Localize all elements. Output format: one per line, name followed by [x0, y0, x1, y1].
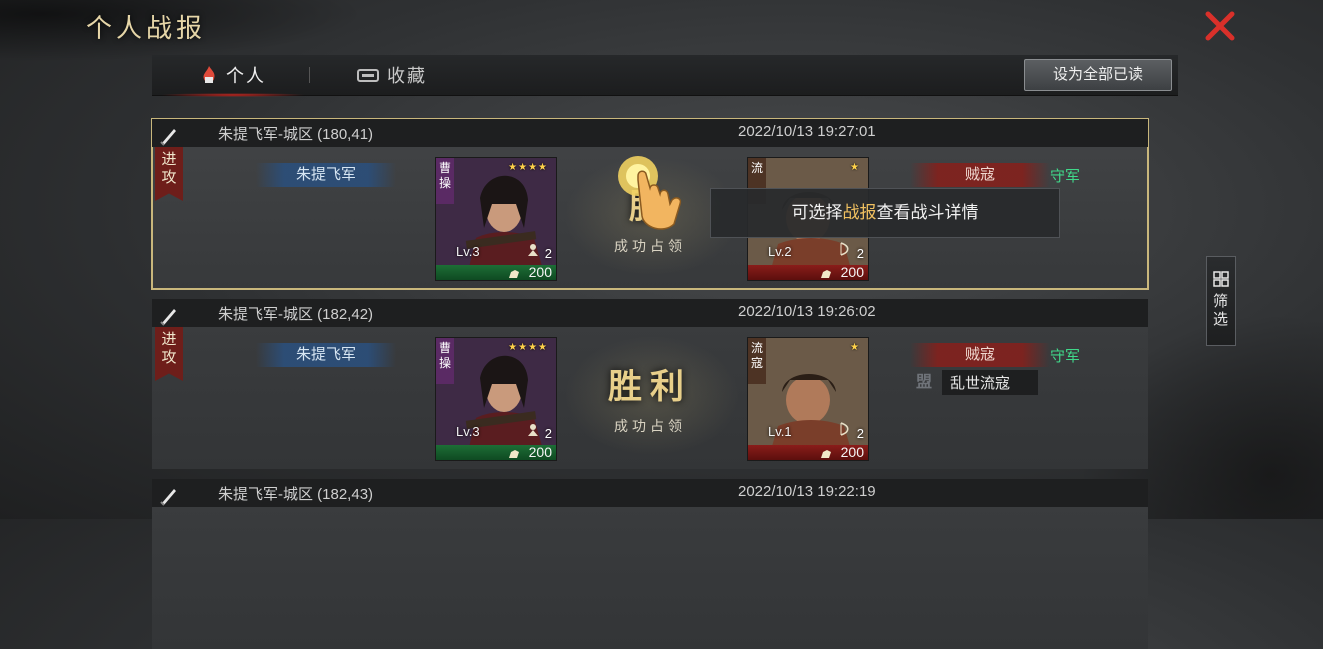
tap-hint-hand-icon	[618, 156, 682, 230]
alliance-icon: 盟	[915, 372, 932, 391]
result-verdict: 胜利	[608, 367, 692, 407]
battle-report-item[interactable]: 朱提飞军-城区 (182,43) 2022/10/13 19:22:19	[152, 479, 1148, 649]
flame-emblem-icon	[203, 66, 215, 83]
attack-type-tag	[154, 481, 184, 567]
general-portrait	[436, 158, 556, 280]
troop-count: 200	[528, 444, 552, 460]
scroll-case-icon	[357, 69, 379, 82]
general-faction: 曹操	[436, 158, 454, 204]
mark-all-read-button[interactable]: 设为全部已读	[1024, 59, 1172, 91]
general-faction: 曹操	[436, 338, 454, 384]
horse-icon	[821, 270, 831, 278]
general-count: 2	[544, 426, 552, 441]
defender-general-card[interactable]: 流寇 ★ Lv.1 2 200	[747, 337, 869, 461]
close-button[interactable]	[1200, 8, 1240, 44]
bow-icon	[840, 242, 849, 256]
close-icon	[1205, 11, 1235, 41]
page-title: 个人战报	[86, 14, 207, 44]
blade-icon	[160, 489, 176, 506]
bow-icon	[840, 422, 849, 436]
attack-type-label: 进攻	[161, 151, 177, 186]
blade-icon	[160, 129, 176, 146]
horse-icon	[509, 450, 519, 458]
general-count: 2	[856, 426, 864, 441]
report-datetime: 2022/10/13 19:27:01	[738, 123, 876, 140]
general-stars: ★	[850, 342, 860, 353]
result-subtitle: 成功占领	[614, 418, 686, 434]
tab-bar: 个人 收藏 设为全部已读	[152, 55, 1178, 97]
blade-icon	[160, 309, 176, 326]
tab-favorites-label: 收藏	[387, 66, 427, 86]
general-level: Lv.2	[768, 244, 792, 259]
tooltip-suffix: 查看战斗详情	[876, 203, 979, 222]
tooltip-highlight: 战报	[842, 203, 877, 222]
general-count: 2	[856, 246, 864, 261]
general-stars: ★★★★	[508, 162, 548, 173]
soldier-icon	[528, 424, 538, 436]
general-stars: ★	[850, 162, 860, 173]
general-stars: ★★★★	[508, 342, 548, 353]
battle-report-item[interactable]: 朱提飞军-城区 (182,42) 2022/10/13 19:26:02 进攻 …	[152, 299, 1148, 469]
report-location: 朱提飞军-城区 (182,42)	[218, 306, 374, 323]
defender-alliance: 盟 乱世流寇	[912, 369, 1039, 395]
alliance-name: 乱世流寇	[942, 369, 1039, 395]
troop-count: 200	[840, 264, 864, 280]
defender-role: 守军	[1050, 168, 1081, 185]
tutorial-tooltip: 可选择战报查看战斗详情	[710, 188, 1060, 238]
attack-type-label: 进攻	[161, 331, 177, 366]
general-level: Lv.1	[768, 424, 792, 439]
defender-name: 贼寇	[910, 343, 1050, 367]
horse-icon	[509, 270, 519, 278]
tab-favorites[interactable]: 收藏	[357, 55, 427, 95]
grid-filter-icon	[1213, 271, 1229, 287]
attacker-general-card[interactable]: 曹操 ★★★★ Lv.3 2 200	[435, 157, 557, 281]
general-portrait	[436, 338, 556, 460]
general-faction: 流寇	[748, 338, 766, 384]
horse-icon	[821, 450, 831, 458]
attacker-name: 朱提飞军	[256, 343, 396, 367]
general-count: 2	[544, 246, 552, 261]
general-level: Lv.3	[456, 244, 480, 259]
general-level: Lv.3	[456, 424, 480, 439]
report-header: 朱提飞军-城区 (180,41) 2022/10/13 19:27:01	[152, 119, 1148, 147]
attack-type-tag: 进攻	[154, 121, 184, 207]
report-datetime: 2022/10/13 19:26:02	[738, 303, 876, 320]
tab-personal-label: 个人	[226, 66, 266, 86]
battle-result: 胜利 成功占领	[590, 359, 710, 436]
attack-type-tag: 进攻	[154, 301, 184, 387]
report-datetime: 2022/10/13 19:22:19	[738, 483, 876, 500]
troop-count: 200	[840, 444, 864, 460]
report-location: 朱提飞军-城区 (180,41)	[218, 126, 374, 143]
attacker-name: 朱提飞军	[256, 163, 396, 187]
report-header: 朱提飞军-城区 (182,42) 2022/10/13 19:26:02	[152, 299, 1148, 327]
soldier-icon	[528, 244, 538, 256]
defender-name: 贼寇	[910, 163, 1050, 187]
tab-personal[interactable]: 个人	[160, 55, 306, 97]
report-header: 朱提飞军-城区 (182,43) 2022/10/13 19:22:19	[152, 479, 1148, 507]
troop-count: 200	[528, 264, 552, 280]
tab-divider	[309, 67, 310, 83]
general-portrait	[748, 338, 868, 460]
report-location: 朱提飞军-城区 (182,43)	[218, 486, 374, 503]
tooltip-prefix: 可选择	[791, 203, 843, 222]
filter-label: 筛选	[1213, 293, 1229, 328]
attacker-general-card[interactable]: 曹操 ★★★★ Lv.3 2 200	[435, 337, 557, 461]
filter-button[interactable]: 筛选	[1206, 256, 1236, 346]
defender-role: 守军	[1050, 348, 1081, 365]
